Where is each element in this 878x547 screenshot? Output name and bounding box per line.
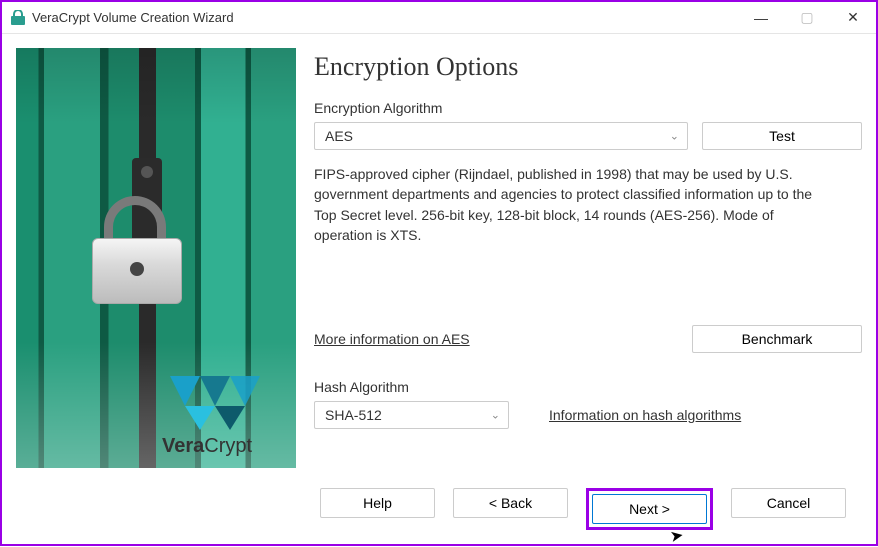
chevron-down-icon: ⌄: [491, 409, 500, 422]
encryption-algorithm-value: AES: [325, 128, 353, 144]
encryption-algorithm-select[interactable]: AES ⌄: [314, 122, 688, 150]
next-button[interactable]: Next >: [592, 494, 707, 524]
test-button[interactable]: Test: [702, 122, 862, 150]
more-info-aes-link[interactable]: More information on AES: [314, 331, 470, 347]
cancel-button[interactable]: Cancel: [731, 488, 846, 518]
chevron-down-icon: ⌄: [670, 130, 679, 143]
hash-algorithm-select[interactable]: SHA-512 ⌄: [314, 401, 509, 429]
window-title: VeraCrypt Volume Creation Wizard: [32, 10, 234, 25]
minimize-button[interactable]: —: [738, 2, 784, 33]
titlebar: VeraCrypt Volume Creation Wizard — ▢ ✕: [2, 2, 876, 34]
benchmark-button[interactable]: Benchmark: [692, 325, 862, 353]
page-title: Encryption Options: [314, 52, 862, 82]
veracrypt-logo: VeraCrypt: [162, 372, 282, 458]
next-button-highlight: Next >: [586, 488, 713, 530]
window-controls: — ▢ ✕: [738, 2, 876, 33]
hash-algorithm-label: Hash Algorithm: [314, 379, 862, 395]
maximize-button: ▢: [784, 2, 830, 33]
encryption-algorithm-label: Encryption Algorithm: [314, 100, 862, 116]
content-area: VeraCrypt Encryption Options Encryption …: [2, 34, 876, 488]
wizard-window: VeraCrypt Volume Creation Wizard — ▢ ✕: [0, 0, 878, 546]
help-button[interactable]: Help: [320, 488, 435, 518]
back-button[interactable]: < Back: [453, 488, 568, 518]
close-button[interactable]: ✕: [830, 2, 876, 33]
encryption-description: FIPS-approved cipher (Rijndael, publishe…: [314, 164, 834, 245]
wizard-page: Encryption Options Encryption Algorithm …: [314, 48, 862, 484]
wizard-banner: VeraCrypt: [16, 48, 296, 468]
wizard-footer: Help < Back Next > Cancel: [2, 488, 876, 544]
app-icon: [10, 10, 26, 26]
hash-algorithm-value: SHA-512: [325, 407, 382, 423]
hash-info-link[interactable]: Information on hash algorithms: [549, 407, 741, 423]
